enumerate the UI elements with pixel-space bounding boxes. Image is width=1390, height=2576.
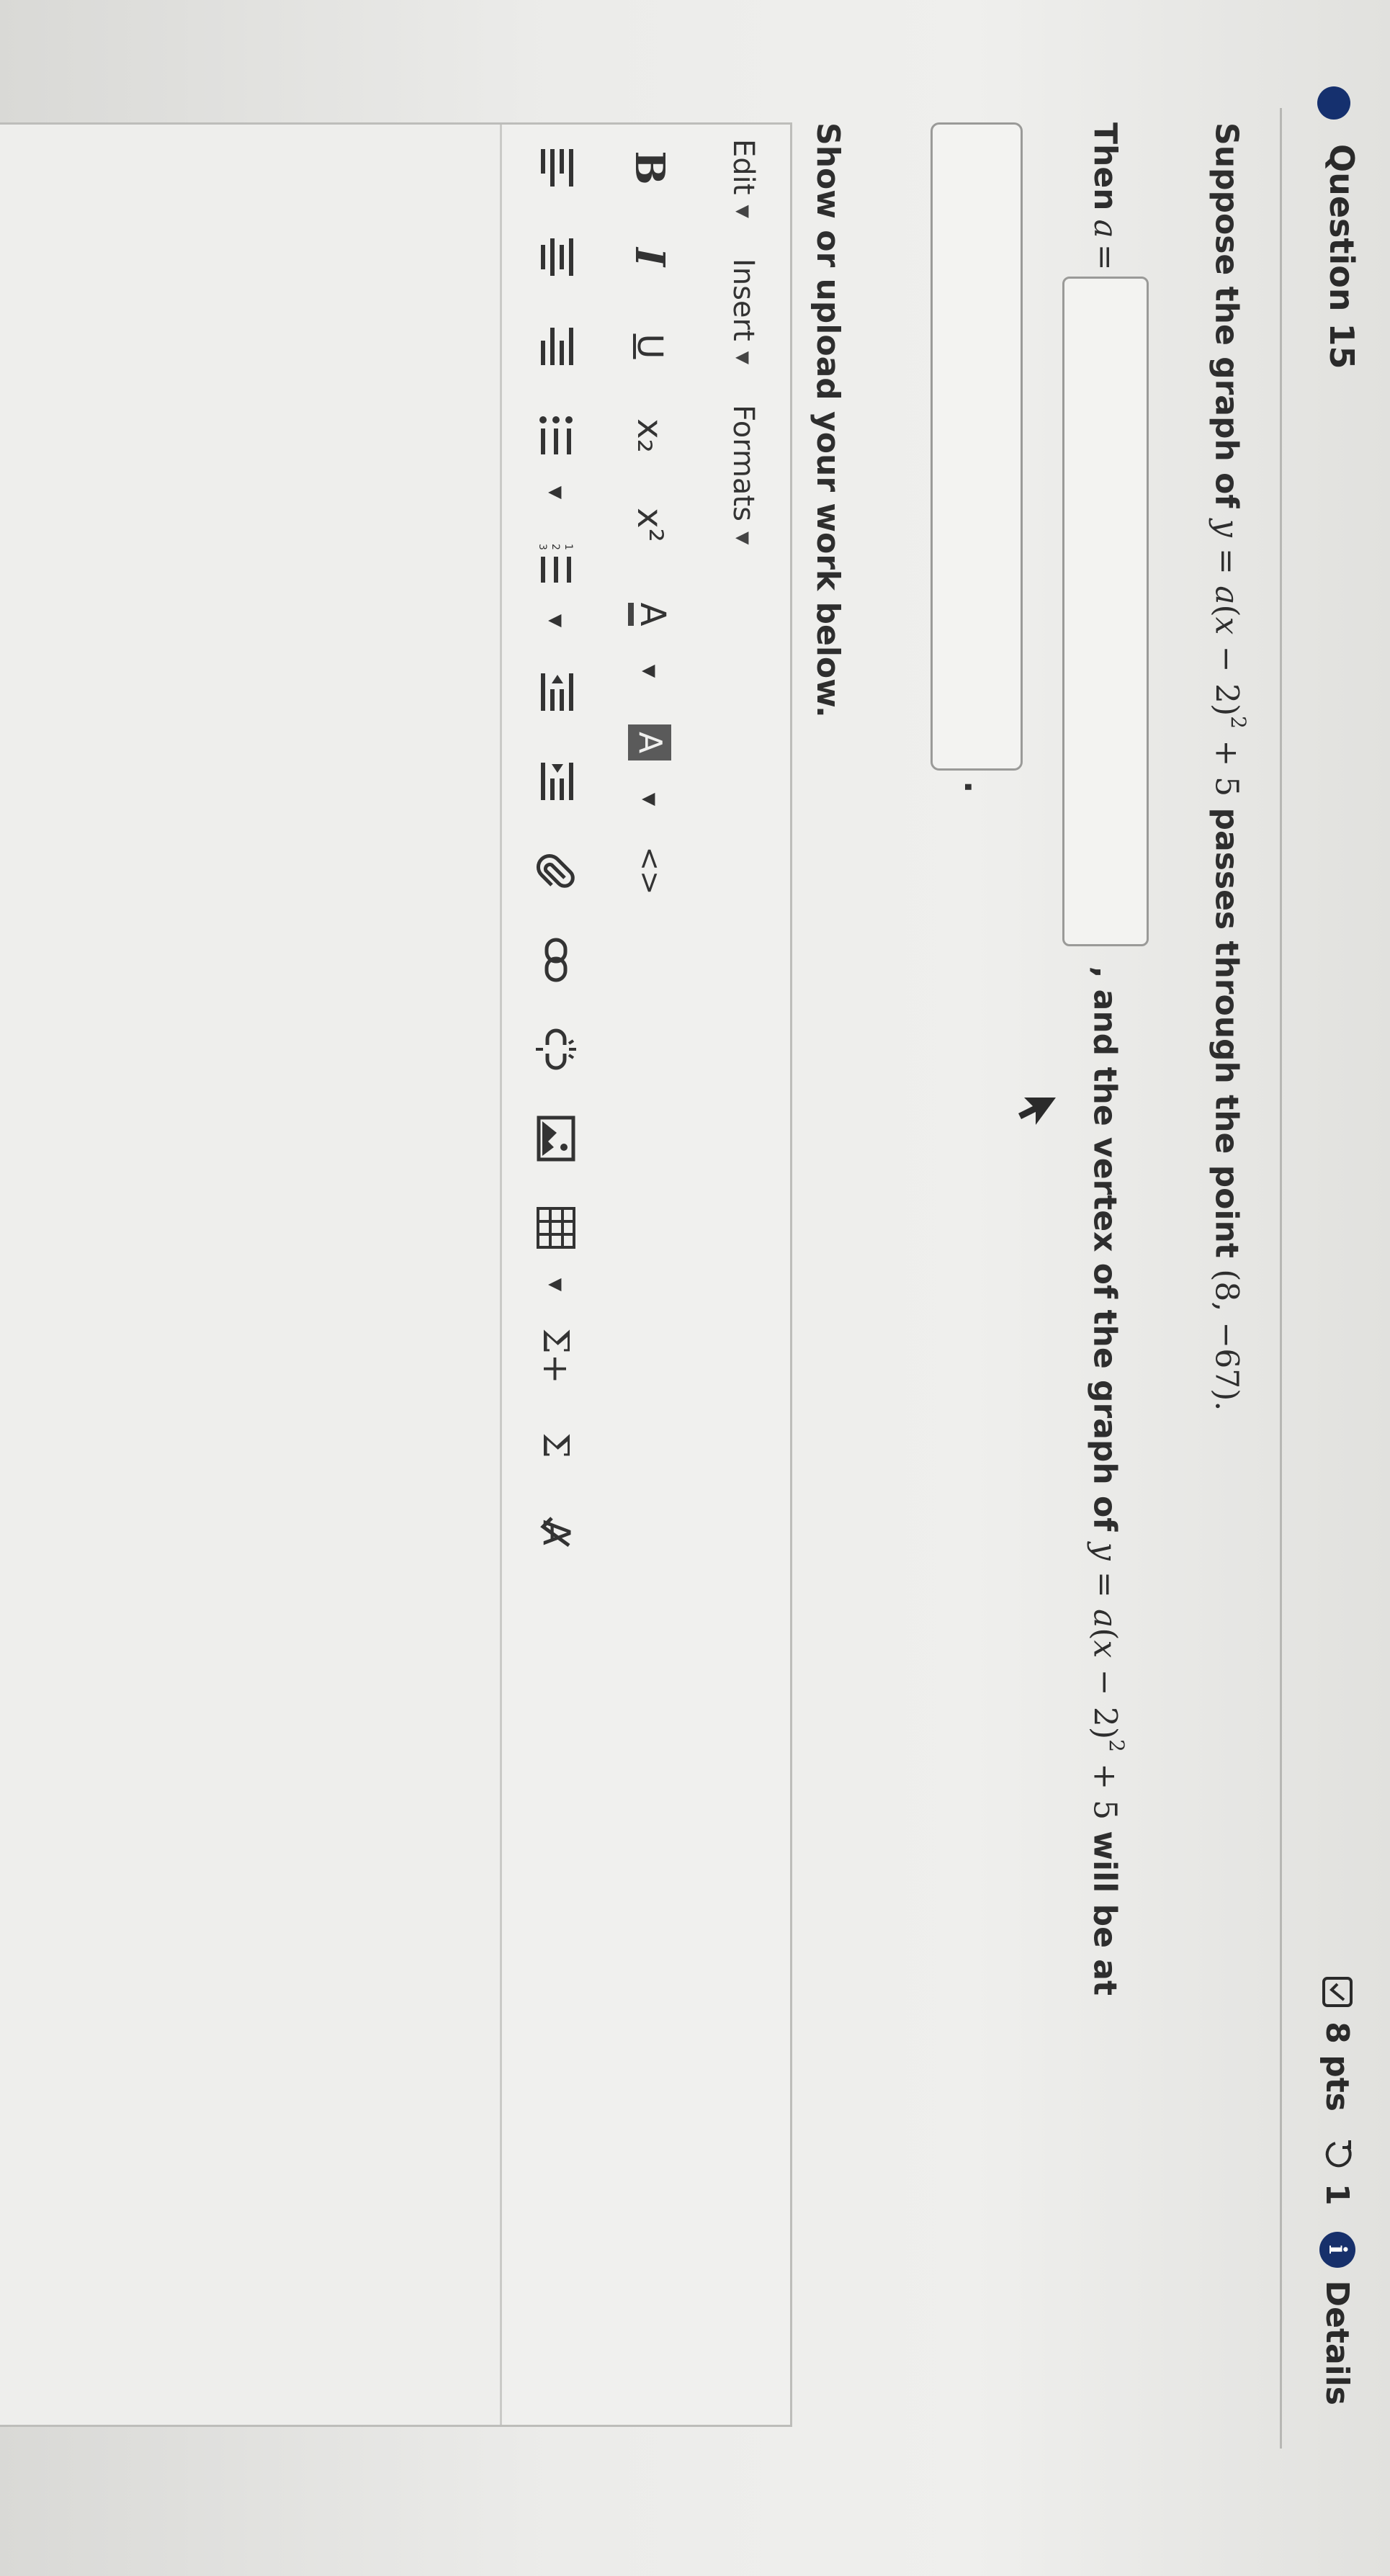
mouse-cursor-icon (1013, 1095, 1059, 1138)
spellcheck-letter: A (534, 1520, 578, 1545)
menu-edit-label: Edit (727, 139, 760, 195)
question-meta: 8 pts 1 i Details (1312, 1975, 1363, 2405)
bullet-list-icon[interactable] (524, 407, 588, 465)
menu-formats-label: Formats (727, 405, 760, 521)
prompt-eq-exponent: 2 (1227, 716, 1250, 729)
align-center-icon[interactable] (524, 228, 588, 286)
points-label: 8 pts (1319, 2021, 1356, 2111)
prompt-tail: passes through the point (1208, 807, 1245, 1258)
prompt-eq-x: x (1208, 616, 1245, 635)
prompt-eq-minus: − (1208, 645, 1245, 673)
svg-text:3: 3 (537, 544, 548, 550)
vertex-eq-a: a (1086, 1609, 1124, 1628)
chevron-down-icon: ▼ (733, 205, 753, 218)
italic-button[interactable]: I (617, 228, 682, 286)
menu-formats[interactable]: Formats ▼ (727, 405, 760, 544)
retry-icon (1321, 2137, 1354, 2171)
a-answer-input[interactable] (1062, 276, 1149, 946)
chevron-down-icon[interactable]: ▼ (524, 482, 588, 503)
vertex-eq-open: ( (1086, 1628, 1124, 1641)
superscript-button[interactable]: x² (617, 496, 682, 554)
subscript-button[interactable]: x₂ (617, 407, 682, 465)
prompt-eq-equals: = (1208, 548, 1245, 575)
rich-text-editor: Edit ▼ Insert ▼ Formats ▼ B I U x₂ x² A … (0, 122, 792, 2427)
outdent-icon[interactable] (524, 663, 588, 721)
svg-text:1: 1 (562, 544, 574, 550)
question-status-dot-icon (1317, 86, 1350, 120)
chevron-down-icon[interactable]: ▼ (524, 610, 588, 632)
spellcheck-icon[interactable]: A (524, 1506, 588, 1563)
vertex-eq-two: 2) (1086, 1706, 1124, 1740)
unlink-icon[interactable] (524, 1020, 588, 1078)
font-color-icon: A (628, 602, 673, 627)
vertex-eq-equals: = (1086, 1571, 1124, 1598)
header-divider (1280, 108, 1282, 2449)
indent-icon[interactable] (524, 753, 588, 810)
prompt-eq-plus: + 5 (1208, 740, 1245, 797)
vertex-eq-plus: + 5 (1086, 1763, 1124, 1821)
vertex-tail: will be at (1086, 1831, 1124, 1996)
vertex-eq-y: y (1086, 1542, 1124, 1561)
chevron-down-icon: ▼ (733, 531, 753, 545)
vertex-eq-x: x (1086, 1640, 1124, 1659)
background-color-icon: A (628, 724, 671, 761)
editor-toolbar-formatting: B I U x₂ x² A ▼ A ▼ <> (603, 125, 696, 2425)
info-icon[interactable]: i (1319, 2231, 1355, 2268)
link-icon[interactable] (524, 931, 588, 989)
bold-button[interactable]: B (617, 139, 682, 197)
question-title: Question 15 (1322, 144, 1361, 369)
prompt-lead: Suppose the graph of (1208, 122, 1245, 508)
menu-edit[interactable]: Edit ▼ (727, 139, 760, 218)
editor-menubar: Edit ▼ Insert ▼ Formats ▼ (696, 125, 790, 2425)
sigma-icon[interactable]: Σ (524, 1417, 588, 1474)
table-icon[interactable] (524, 1199, 588, 1257)
underline-button[interactable]: U (617, 318, 682, 375)
chevron-down-icon[interactable]: ▼ (524, 1274, 588, 1296)
prompt-eq-open: ( (1208, 604, 1245, 617)
vertex-answer-input[interactable] (931, 122, 1023, 771)
prompt-eq-two: 2) (1208, 683, 1245, 717)
vertex-answer-line: . (931, 122, 1023, 793)
answer-a-line: Then a = , and the vertex of the graph o… (1062, 122, 1149, 1996)
then-equals: = (1087, 243, 1124, 271)
question-page: Question 15 8 pts 1 i Details Suppose th… (0, 0, 1390, 2521)
question-prompt: Suppose the graph of y = a(x − 2)2 + 5 p… (1208, 122, 1250, 1412)
svg-text:2: 2 (550, 544, 561, 550)
then-var-a: a (1087, 219, 1124, 238)
chevron-down-icon[interactable]: ▼ (617, 789, 682, 810)
background-color-button[interactable]: A (617, 714, 682, 771)
insert-equation-icon[interactable]: Σ+ (524, 1327, 588, 1385)
editor-toolbar-insert: ▼ 123 ▼ ▼ Σ+ Σ A (509, 125, 603, 2425)
screenshot-stage: Question 15 8 pts 1 i Details Suppose th… (0, 0, 1390, 2576)
align-right-icon[interactable] (524, 318, 588, 375)
upload-work-prompt: Show or upload your work below. (810, 122, 846, 718)
font-color-button[interactable]: A (617, 585, 682, 643)
menu-insert-label: Insert (727, 258, 760, 341)
prompt-eq-y: y (1208, 519, 1245, 537)
image-icon[interactable] (524, 1110, 588, 1167)
align-left-icon[interactable] (524, 139, 588, 197)
menu-insert[interactable]: Insert ▼ (727, 259, 760, 364)
editor-content-area[interactable] (0, 125, 502, 2425)
chevron-down-icon: ▼ (733, 351, 753, 365)
points-checkbox-icon (1321, 1975, 1354, 2009)
vertex-lead: , and the vertex of the graph of (1086, 966, 1124, 1532)
attachment-icon[interactable] (524, 842, 588, 899)
vertex-eq-exponent: 2 (1105, 1739, 1129, 1752)
numbered-list-icon[interactable]: 123 (524, 535, 588, 593)
source-code-button[interactable]: <> (617, 842, 682, 899)
vertex-period: . (957, 781, 996, 794)
vertex-eq-minus: − (1086, 1669, 1124, 1696)
vertex-text: , and the vertex of the graph of y = a(x… (1086, 966, 1129, 1996)
prompt-eq-a: a (1208, 585, 1245, 605)
prompt-point: (8, −67). (1208, 1269, 1245, 1412)
then-label: Then (1087, 122, 1124, 211)
attempts-count: 1 (1319, 2183, 1356, 2206)
details-link[interactable]: Details (1319, 2281, 1356, 2405)
chevron-down-icon[interactable]: ▼ (617, 660, 682, 682)
